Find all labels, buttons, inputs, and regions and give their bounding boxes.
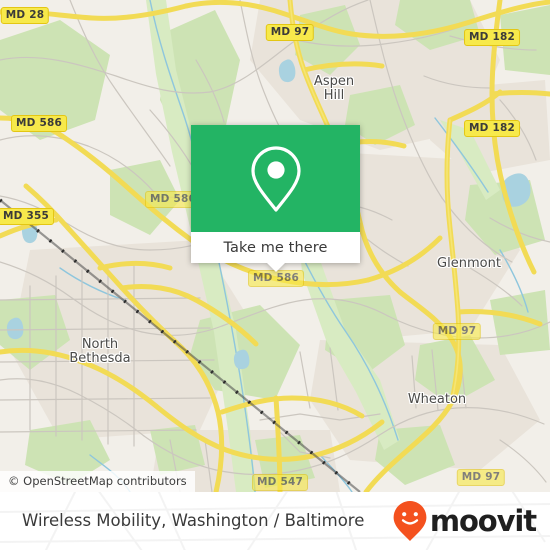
take-me-there-label: Take me there [223, 239, 328, 256]
map-canvas[interactable]: Aspen Hill Glenmont North Bethesda Wheat… [0, 0, 550, 492]
map-pin-icon [250, 145, 301, 212]
callout-action-area[interactable]: Take me there [191, 232, 360, 263]
osm-attribution[interactable]: © OpenStreetMap contributors [0, 471, 195, 492]
moovit-station-map-page: Aspen Hill Glenmont North Bethesda Wheat… [0, 0, 550, 550]
moovit-wordmark: moovit [429, 504, 537, 538]
callout-tail-arrow [266, 263, 285, 272]
moovit-brand[interactable]: moovit [392, 500, 537, 542]
bottom-bar: Wireless Mobility, Washington / Baltimor… [0, 492, 550, 550]
page-title: Wireless Mobility, Washington / Baltimor… [22, 511, 365, 530]
callout-icon-area [191, 125, 360, 232]
moovit-smiley-pin-icon [393, 501, 427, 541]
destination-callout[interactable]: Take me there [191, 125, 360, 272]
